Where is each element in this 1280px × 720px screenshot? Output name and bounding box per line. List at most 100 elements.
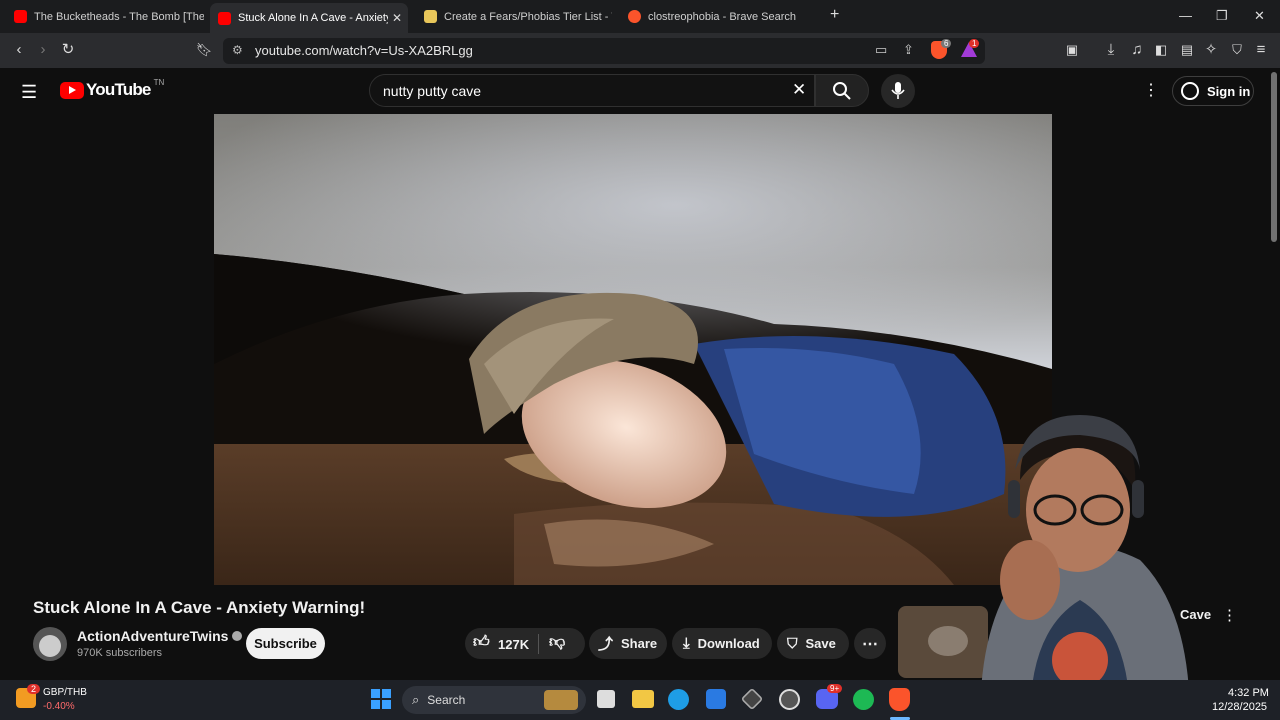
clear-search-icon[interactable]: ✕ [792,80,806,100]
verified-icon [232,631,243,641]
currency-change: -0.40% [43,701,75,712]
video-frame [214,114,1052,585]
search-button[interactable] [815,74,869,107]
related-video-menu-icon[interactable]: ⋮ [1222,606,1237,624]
youtube-icon [14,10,27,23]
app-icon[interactable] [740,687,764,711]
new-tab-icon[interactable]: + [830,6,839,24]
clock-date[interactable]: 12/28/2025 [1212,701,1267,713]
minimize-icon[interactable]: — [1179,8,1192,23]
close-tab-icon[interactable]: ✕ [392,11,402,25]
file-explorer-icon[interactable] [632,690,654,708]
youtube-logo[interactable]: YouTube TN [60,78,164,100]
sidebar-toggle-icon[interactable]: ▣ [1062,40,1082,60]
discord-badge: 9+ [827,684,843,693]
share-label: Share [621,636,658,651]
dislike-icon[interactable]: 👎︎ [549,633,565,652]
media-icon[interactable]: ♫ [1127,40,1147,60]
currency-pair[interactable]: GBP/THB [43,687,87,698]
divider [538,634,539,654]
sign-in-button[interactable]: Sign in [1172,76,1254,106]
video-player[interactable] [214,114,1052,585]
search-input[interactable]: nutty putty cave [383,83,481,99]
obs-icon[interactable] [779,689,800,710]
clock-time[interactable]: 4:32 PM [1228,687,1269,699]
subscriber-count: 970K subscribers [77,647,162,659]
store-icon[interactable] [706,689,726,709]
page-scrollbar[interactable] [1268,68,1280,680]
start-button-icon[interactable] [371,689,391,709]
leo-ai-icon[interactable]: ✧ [1201,40,1221,60]
like-dislike-group: 👍︎ 127K 👎︎ [465,628,585,659]
taskbar: 2 GBP/THB -0.40% ⌕ Search 9+ 4:32 PM 12/… [0,680,1280,720]
tab-title: Create a Fears/Phobias Tier List - Tier [444,10,612,23]
like-icon[interactable]: 👍︎ [473,633,490,652]
account-icon [1181,82,1199,100]
bookmark-icon[interactable]: 🔖︎ [194,40,214,60]
youtube-play-logo-icon [60,81,84,99]
edge-icon[interactable] [668,689,689,710]
search-icon [833,82,851,100]
share-icon: ⤴ [598,636,614,653]
webcam-person-image [980,415,1190,720]
cast-icon[interactable]: ▭ [875,42,887,58]
tiermaker-icon [424,10,437,23]
channel-avatar[interactable] [33,627,67,661]
downloads-icon[interactable]: ⤓ [1101,40,1121,60]
download-label: Download [697,636,760,651]
search-icon: ⌕ [412,692,420,707]
vpn-icon[interactable]: ⛉ [1227,40,1247,60]
subscribe-button[interactable]: Subscribe [246,628,325,659]
restore-icon[interactable]: ❐ [1216,8,1228,24]
microphone-icon [891,82,905,99]
more-options-icon[interactable]: ⋮ [1143,80,1159,100]
save-label: Save [805,636,836,651]
brave-icon[interactable] [889,688,910,711]
tab-brave-search[interactable]: clostreophobia - Brave Search [620,4,816,29]
taskbar-search[interactable]: ⌕ Search [402,686,586,714]
channel-name-row[interactable]: ActionAdventureTwins [77,628,243,644]
rewards-count-badge: 1 [969,39,980,48]
share-button[interactable]: ⤴ Share [589,628,667,659]
tab-tier-list[interactable]: Create a Fears/Phobias Tier List - Tier [416,4,612,29]
save-button[interactable]: ⛉ Save [777,628,849,659]
navigation-bar: ‹ › ↻ 🔖︎ ⚙︎ youtube.com/watch?v=Us-XA2BR… [0,33,1280,68]
tab-title: Stuck Alone In A Cave - Anxiety W [238,12,388,24]
close-window-icon[interactable]: ✕ [1254,8,1265,24]
search-highlight-icon [544,690,578,710]
widget-badge: 2 [27,684,41,694]
url-text[interactable]: youtube.com/watch?v=Us-XA2BRLgg [255,43,473,58]
site-settings-icon[interactable]: ⚙︎ [232,43,243,57]
voice-search-button[interactable] [881,74,915,108]
tab-title: clostreophobia - Brave Search [648,10,796,23]
sidebar-icon[interactable]: ◧ [1151,40,1171,60]
video-title: Stuck Alone In A Cave - Anxiety Warning! [33,598,366,617]
sign-in-label: Sign in [1207,83,1251,99]
spotify-icon[interactable] [853,689,874,710]
task-view-icon[interactable] [597,690,615,708]
youtube-logo-text: YouTube [86,80,151,99]
download-button[interactable]: ⤓ Download [672,628,772,659]
taskbar-search-label: Search [427,693,466,707]
like-count[interactable]: 127K [498,637,529,652]
webcam-overlay [960,410,1200,720]
address-bar[interactable]: ⚙︎ youtube.com/watch?v=Us-XA2BRLgg ▭ ⇪ 6… [223,38,985,64]
search-box[interactable]: nutty putty cave ✕ [369,74,815,107]
share-page-icon[interactable]: ⇪ [903,42,914,58]
reload-icon[interactable]: ↻ [58,40,78,60]
tab-bucketheads[interactable]: The Bucketheads - The Bomb [These [8,4,204,29]
hamburger-menu-icon[interactable]: ☰ [21,82,37,103]
download-icon: ⤓ [683,635,690,652]
channel-name[interactable]: ActionAdventureTwins [77,628,228,644]
scrollbar-thumb[interactable] [1271,72,1277,242]
more-actions-icon[interactable]: ⋯ [854,628,886,659]
forward-icon[interactable]: › [33,40,53,60]
tab-strip: The Bucketheads - The Bomb [These Stuck … [0,0,1280,33]
youtube-icon [218,11,231,25]
tab-stuck-alone-in-cave[interactable]: Stuck Alone In A Cave - Anxiety W ✕ [210,3,408,33]
youtube-header: ☰ YouTube TN nutty putty cave ✕ ⋮ Sign i… [0,68,1280,114]
brave-search-icon [628,10,641,23]
menu-icon[interactable]: ≡ [1251,40,1271,60]
wallet-icon[interactable]: ▤ [1177,40,1197,60]
back-icon[interactable]: ‹ [9,40,29,60]
